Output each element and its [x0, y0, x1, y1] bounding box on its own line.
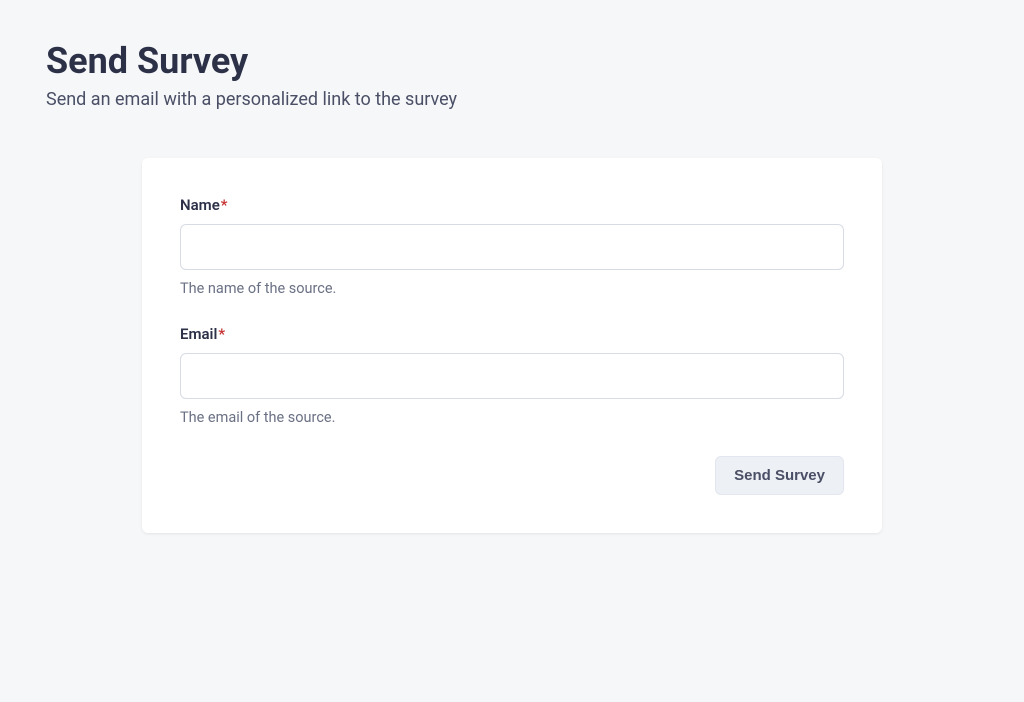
name-label-text: Name — [180, 196, 220, 214]
email-field-group: Email* The email of the source. — [180, 325, 844, 426]
name-label: Name* — [180, 196, 844, 214]
form-actions: Send Survey — [180, 456, 844, 495]
name-help-text: The name of the source. — [180, 280, 844, 297]
name-field-group: Name* The name of the source. — [180, 196, 844, 297]
email-help-text: The email of the source. — [180, 409, 844, 426]
send-survey-form: Name* The name of the source. Email* The… — [142, 158, 882, 533]
email-input[interactable] — [180, 353, 844, 399]
required-asterisk-icon: * — [218, 325, 225, 343]
send-survey-button[interactable]: Send Survey — [715, 456, 844, 495]
email-label-text: Email — [180, 325, 217, 343]
required-asterisk-icon: * — [221, 196, 228, 214]
name-input[interactable] — [180, 224, 844, 270]
page-title: Send Survey — [46, 40, 978, 83]
email-label: Email* — [180, 325, 844, 343]
page-subtitle: Send an email with a personalized link t… — [46, 89, 978, 110]
